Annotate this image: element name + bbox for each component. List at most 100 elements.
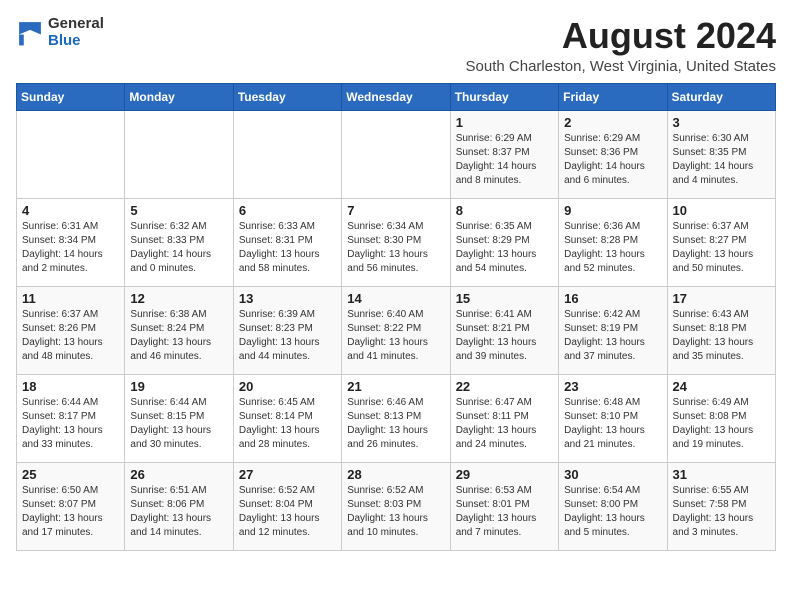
logo-icon (16, 19, 44, 47)
day-number: 3 (673, 115, 770, 130)
day-info: Sunrise: 6:35 AM Sunset: 8:29 PM Dayligh… (456, 220, 553, 276)
day-number: 25 (22, 467, 119, 482)
day-number: 28 (347, 467, 444, 482)
day-number: 30 (564, 467, 661, 482)
day-info: Sunrise: 6:30 AM Sunset: 8:35 PM Dayligh… (673, 132, 770, 188)
col-thursday: Thursday (450, 83, 558, 110)
day-info: Sunrise: 6:52 AM Sunset: 8:03 PM Dayligh… (347, 484, 444, 540)
day-number: 20 (239, 379, 336, 394)
title-section: August 2024 South Charleston, West Virgi… (466, 16, 776, 75)
day-number: 22 (456, 379, 553, 394)
day-cell: 1 Sunrise: 6:29 AM Sunset: 8:37 PM Daylig… (450, 110, 558, 198)
day-info: Sunrise: 6:53 AM Sunset: 8:01 PM Dayligh… (456, 484, 553, 540)
col-monday: Monday (125, 83, 233, 110)
day-info: Sunrise: 6:31 AM Sunset: 8:34 PM Dayligh… (22, 220, 119, 276)
day-cell: 27 Sunrise: 6:52 AM Sunset: 8:04 PM Dayli… (233, 462, 341, 550)
day-number: 15 (456, 291, 553, 306)
header-row: Sunday Monday Tuesday Wednesday Thursday… (17, 83, 776, 110)
day-number: 26 (130, 467, 227, 482)
day-info: Sunrise: 6:48 AM Sunset: 8:10 PM Dayligh… (564, 396, 661, 452)
col-wednesday: Wednesday (342, 83, 450, 110)
day-info: Sunrise: 6:41 AM Sunset: 8:21 PM Dayligh… (456, 308, 553, 364)
day-number: 31 (673, 467, 770, 482)
day-number: 21 (347, 379, 444, 394)
day-number: 29 (456, 467, 553, 482)
day-info: Sunrise: 6:40 AM Sunset: 8:22 PM Dayligh… (347, 308, 444, 364)
day-info: Sunrise: 6:37 AM Sunset: 8:26 PM Dayligh… (22, 308, 119, 364)
day-cell (17, 110, 125, 198)
day-number: 1 (456, 115, 553, 130)
day-info: Sunrise: 6:38 AM Sunset: 8:24 PM Dayligh… (130, 308, 227, 364)
day-number: 19 (130, 379, 227, 394)
day-cell: 10 Sunrise: 6:37 AM Sunset: 8:27 PM Dayli… (667, 198, 775, 286)
location-title: South Charleston, West Virginia, United … (466, 58, 776, 75)
col-saturday: Saturday (667, 83, 775, 110)
day-cell: 19 Sunrise: 6:44 AM Sunset: 8:15 PM Dayli… (125, 374, 233, 462)
day-info: Sunrise: 6:46 AM Sunset: 8:13 PM Dayligh… (347, 396, 444, 452)
week-row-2: 11 Sunrise: 6:37 AM Sunset: 8:26 PM Dayli… (17, 286, 776, 374)
day-info: Sunrise: 6:44 AM Sunset: 8:15 PM Dayligh… (130, 396, 227, 452)
day-cell: 14 Sunrise: 6:40 AM Sunset: 8:22 PM Dayli… (342, 286, 450, 374)
day-cell: 17 Sunrise: 6:43 AM Sunset: 8:18 PM Dayli… (667, 286, 775, 374)
day-info: Sunrise: 6:45 AM Sunset: 8:14 PM Dayligh… (239, 396, 336, 452)
day-info: Sunrise: 6:44 AM Sunset: 8:17 PM Dayligh… (22, 396, 119, 452)
day-number: 27 (239, 467, 336, 482)
day-cell: 15 Sunrise: 6:41 AM Sunset: 8:21 PM Dayli… (450, 286, 558, 374)
day-cell: 5Sunrise: 6:32 AM Sunset: 8:33 PM Daylig… (125, 198, 233, 286)
day-info: Sunrise: 6:37 AM Sunset: 8:27 PM Dayligh… (673, 220, 770, 276)
day-cell: 23 Sunrise: 6:48 AM Sunset: 8:10 PM Dayli… (559, 374, 667, 462)
day-cell: 22Sunrise: 6:47 AM Sunset: 8:11 PM Dayli… (450, 374, 558, 462)
day-cell: 24Sunrise: 6:49 AM Sunset: 8:08 PM Dayli… (667, 374, 775, 462)
day-info: Sunrise: 6:36 AM Sunset: 8:28 PM Dayligh… (564, 220, 661, 276)
day-info: Sunrise: 6:50 AM Sunset: 8:07 PM Dayligh… (22, 484, 119, 540)
logo: General Blue (16, 16, 104, 49)
day-number: 24 (673, 379, 770, 394)
day-number: 17 (673, 291, 770, 306)
day-number: 8 (456, 203, 553, 218)
day-cell: 28 Sunrise: 6:52 AM Sunset: 8:03 PM Dayli… (342, 462, 450, 550)
day-cell (125, 110, 233, 198)
day-info: Sunrise: 6:43 AM Sunset: 8:18 PM Dayligh… (673, 308, 770, 364)
week-row-3: 18Sunrise: 6:44 AM Sunset: 8:17 PM Dayli… (17, 374, 776, 462)
day-number: 13 (239, 291, 336, 306)
day-info: Sunrise: 6:29 AM Sunset: 8:37 PM Dayligh… (456, 132, 553, 188)
day-number: 2 (564, 115, 661, 130)
day-cell (233, 110, 341, 198)
day-cell: 20 Sunrise: 6:45 AM Sunset: 8:14 PM Dayli… (233, 374, 341, 462)
day-cell: 7Sunrise: 6:34 AM Sunset: 8:30 PM Daylig… (342, 198, 450, 286)
day-cell (342, 110, 450, 198)
day-info: Sunrise: 6:55 AM Sunset: 7:58 PM Dayligh… (673, 484, 770, 540)
day-cell: 11 Sunrise: 6:37 AM Sunset: 8:26 PM Dayli… (17, 286, 125, 374)
day-cell: 12 Sunrise: 6:38 AM Sunset: 8:24 PM Dayli… (125, 286, 233, 374)
day-info: Sunrise: 6:42 AM Sunset: 8:19 PM Dayligh… (564, 308, 661, 364)
day-number: 14 (347, 291, 444, 306)
header: General Blue August 2024 South Charlesto… (16, 16, 776, 75)
day-cell: 18Sunrise: 6:44 AM Sunset: 8:17 PM Dayli… (17, 374, 125, 462)
day-cell: 25 Sunrise: 6:50 AM Sunset: 8:07 PM Dayli… (17, 462, 125, 550)
day-number: 6 (239, 203, 336, 218)
day-number: 11 (22, 291, 119, 306)
day-cell: 9 Sunrise: 6:36 AM Sunset: 8:28 PM Daylig… (559, 198, 667, 286)
day-cell: 21 Sunrise: 6:46 AM Sunset: 8:13 PM Dayli… (342, 374, 450, 462)
week-row-0: 1 Sunrise: 6:29 AM Sunset: 8:37 PM Daylig… (17, 110, 776, 198)
week-row-1: 4Sunrise: 6:31 AM Sunset: 8:34 PM Daylig… (17, 198, 776, 286)
day-info: Sunrise: 6:52 AM Sunset: 8:04 PM Dayligh… (239, 484, 336, 540)
day-number: 12 (130, 291, 227, 306)
day-cell: 30 Sunrise: 6:54 AM Sunset: 8:00 PM Dayli… (559, 462, 667, 550)
day-number: 23 (564, 379, 661, 394)
day-cell: 8 Sunrise: 6:35 AM Sunset: 8:29 PM Daylig… (450, 198, 558, 286)
day-cell: 26Sunrise: 6:51 AM Sunset: 8:06 PM Dayli… (125, 462, 233, 550)
day-info: Sunrise: 6:54 AM Sunset: 8:00 PM Dayligh… (564, 484, 661, 540)
day-number: 5 (130, 203, 227, 218)
day-info: Sunrise: 6:39 AM Sunset: 8:23 PM Dayligh… (239, 308, 336, 364)
month-title: August 2024 (466, 16, 776, 56)
calendar-table: Sunday Monday Tuesday Wednesday Thursday… (16, 83, 776, 551)
logo-text: General Blue (48, 16, 104, 49)
col-friday: Friday (559, 83, 667, 110)
day-number: 16 (564, 291, 661, 306)
day-number: 9 (564, 203, 661, 218)
day-number: 10 (673, 203, 770, 218)
day-info: Sunrise: 6:34 AM Sunset: 8:30 PM Dayligh… (347, 220, 444, 276)
day-cell: 3 Sunrise: 6:30 AM Sunset: 8:35 PM Daylig… (667, 110, 775, 198)
day-cell: 2Sunrise: 6:29 AM Sunset: 8:36 PM Daylig… (559, 110, 667, 198)
